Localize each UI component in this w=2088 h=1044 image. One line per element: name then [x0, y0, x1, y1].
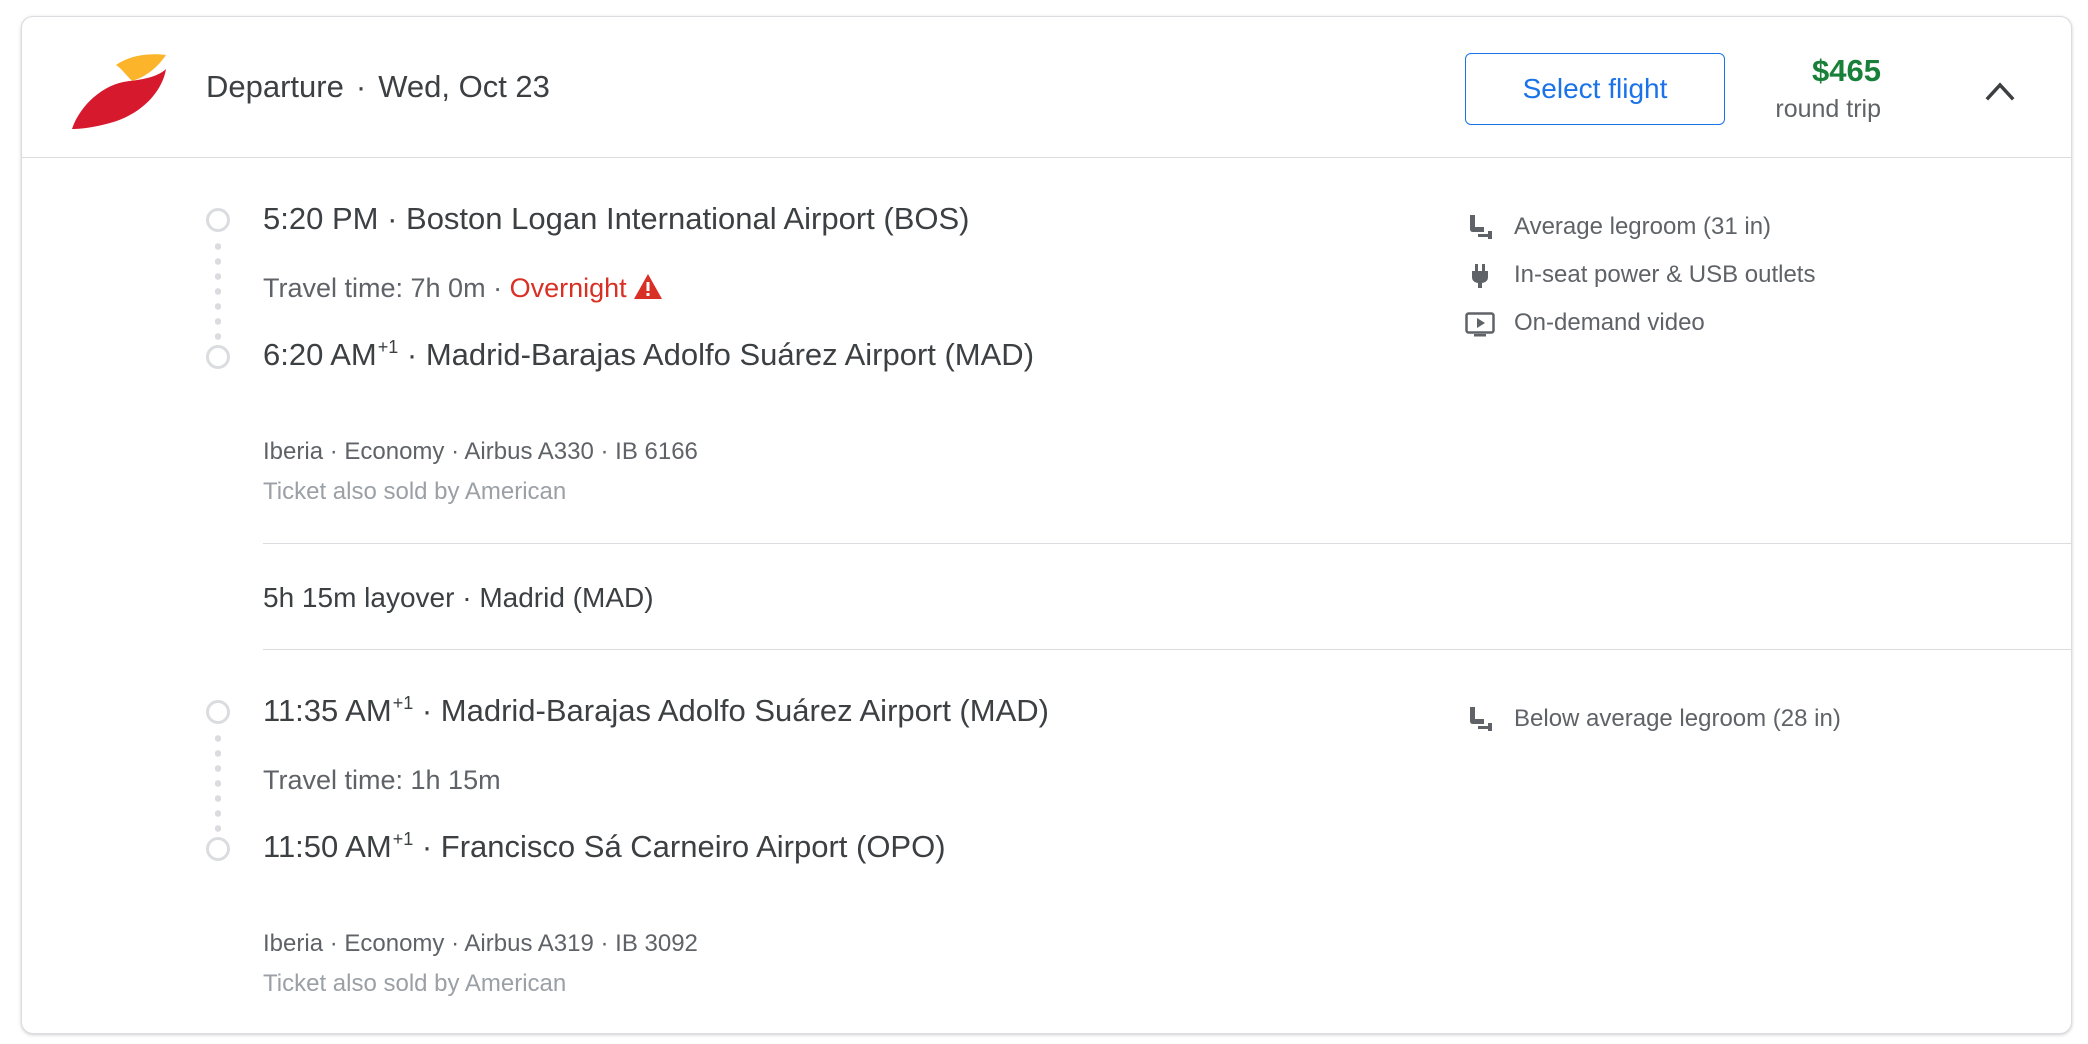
departure-airport: · Boston Logan International Airport (BO…: [387, 201, 970, 236]
flight-details-card: Departure · Wed, Oct 23 Select flight $465…: [21, 16, 2072, 1034]
arrival-airport: · Francisco Sá Carneiro Airport (OPO): [421, 829, 946, 864]
warning-icon: [633, 274, 662, 299]
layover-divider-top: [263, 543, 2071, 544]
amenity-label: Average legroom (31 in): [1514, 213, 1772, 240]
departure-dot: [206, 700, 230, 724]
flight-details: Iberia · Economy · Airbus A330 · IB 6166: [263, 438, 698, 465]
price-block: $465 round trip: [1775, 53, 1881, 124]
amenity-label: In-seat power & USB outlets: [1514, 261, 1816, 288]
select-flight-button[interactable]: Select flight: [1465, 53, 1725, 125]
arrival-time: 6:20 AM: [263, 337, 377, 372]
arrival-day-offset: +1: [377, 337, 399, 357]
ticket-sold-by: Ticket also sold by American: [263, 478, 567, 505]
legroom-seat-icon: [1470, 215, 1492, 239]
departure-line: 5:20 PM · Boston Logan International Air…: [263, 201, 970, 237]
amenity-label: Below average legroom (28 in): [1514, 705, 1841, 732]
travel-time: Travel time: 7h 0m: [263, 273, 486, 303]
amenity-power: In-seat power & USB outlets: [1464, 259, 1815, 291]
arrival-airport: · Madrid-Barajas Adolfo Suárez Airport (…: [406, 337, 1035, 372]
price-amount: $465: [1812, 53, 1881, 88]
amenity-label: On-demand video: [1514, 309, 1705, 336]
departure-line: 11:35 AM+1 · Madrid-Barajas Adolfo Suáre…: [263, 693, 1049, 729]
arrival-time: 11:50 AM: [263, 829, 392, 864]
travel-separator: ·: [485, 273, 510, 303]
arrival-day-offset: +1: [392, 829, 414, 849]
travel-time: Travel time: 1h 15m: [263, 765, 501, 795]
header-title: Departure · Wed, Oct 23: [206, 69, 550, 105]
amenity-video: On-demand video: [1464, 307, 1705, 339]
amenity-legroom: Average legroom (31 in): [1464, 211, 1771, 243]
flight-header[interactable]: Departure · Wed, Oct 23 Select flight $465…: [22, 17, 2071, 158]
timeline-connector: [215, 239, 221, 349]
amenity-legroom: Below average legroom (28 in): [1464, 703, 1841, 735]
departure-time: 5:20 PM: [263, 201, 379, 236]
arrival-dot: [206, 837, 230, 861]
overnight-label: Overnight: [509, 273, 627, 303]
arrival-line: 6:20 AM+1 · Madrid-Barajas Adolfo Suárez…: [263, 337, 1034, 373]
departure-time: 11:35 AM: [263, 693, 392, 728]
direction-label: Departure: [206, 69, 344, 104]
travel-time-line: Travel time: 1h 15m: [263, 765, 501, 796]
header-separator: ·: [355, 69, 367, 104]
video-play-icon: [1465, 312, 1495, 337]
layover-info: 5h 15m layover · Madrid (MAD): [263, 582, 654, 613]
legroom-seat-icon: [1470, 707, 1492, 731]
ticket-sold-by: Ticket also sold by American: [263, 970, 567, 997]
flight-details: Iberia · Economy · Airbus A319 · IB 3092: [263, 930, 698, 957]
arrival-line: 11:50 AM+1 · Francisco Sá Carneiro Airpo…: [263, 829, 946, 865]
departure-day-offset: +1: [392, 693, 414, 713]
iberia-logo-icon: [72, 54, 166, 129]
layover-divider-bottom: [263, 649, 2071, 650]
departure-dot: [206, 208, 230, 232]
travel-time-line: Travel time: 7h 0m · Overnight: [263, 273, 663, 304]
price-subtitle: round trip: [1775, 95, 1881, 123]
departure-airport: · Madrid-Barajas Adolfo Suárez Airport (…: [421, 693, 1049, 728]
timeline-connector: [215, 731, 221, 841]
arrival-dot: [206, 345, 230, 369]
departure-date: Wed, Oct 23: [378, 69, 550, 104]
chevron-up-icon[interactable]: [1985, 79, 2015, 101]
power-plug-icon: [1472, 264, 1488, 288]
